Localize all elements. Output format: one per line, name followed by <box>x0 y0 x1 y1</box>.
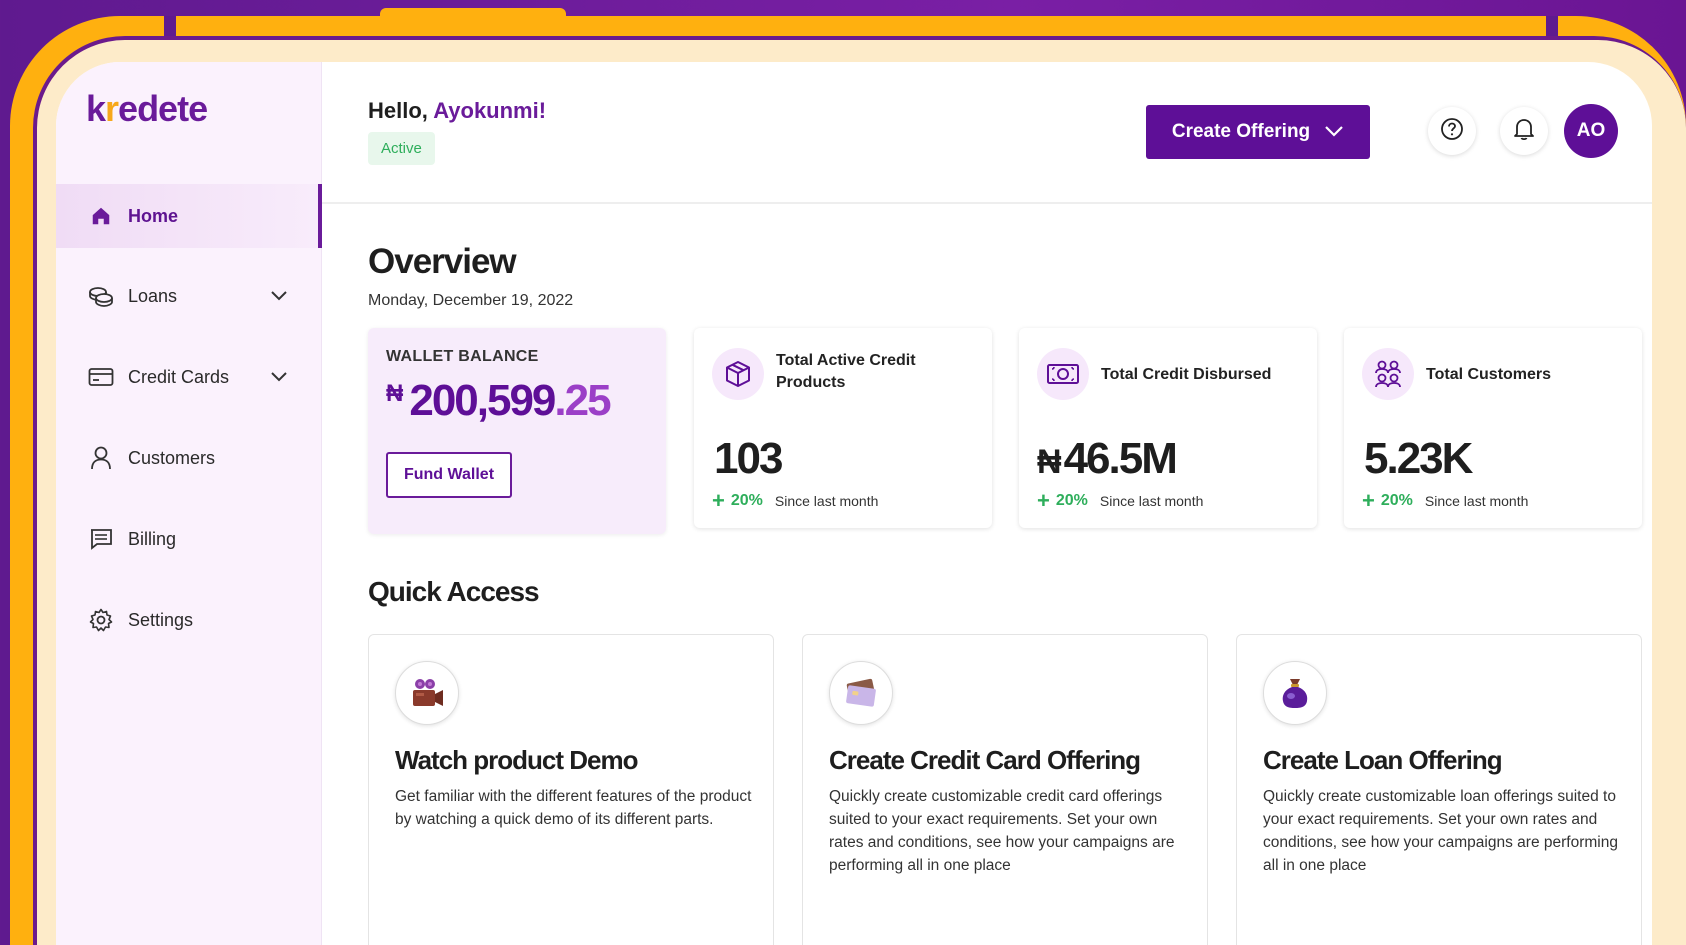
sidebar-item-label: Credit Cards <box>128 366 230 387</box>
page-title: Overview <box>368 242 517 281</box>
stat-change-period: Since last month <box>1424 493 1529 509</box>
stat-title: Total Active Credit Products <box>776 352 916 391</box>
stat-title: Total Credit Disbursed <box>1101 366 1272 383</box>
home-icon <box>88 203 114 229</box>
app-screen: kredete Home Loans Credit Cards Customer… <box>56 62 1652 945</box>
quick-card-description: Quickly create customizable credit card … <box>829 788 1175 874</box>
stat-change: + 20% Since last month <box>1362 488 1529 513</box>
frame-slot-right <box>1546 16 1558 36</box>
sidebar-item-customers[interactable]: Customers <box>56 426 322 490</box>
cash-icon <box>1037 348 1089 400</box>
wallet-amount-whole: 200,599 <box>409 376 556 425</box>
stat-change-period: Since last month <box>1099 493 1204 509</box>
sidebar-item-label: Billing <box>128 528 177 549</box>
stat-change-percent: 20% <box>1380 492 1413 509</box>
quick-card-credit-card-offering[interactable]: Create Credit Card Offering Quickly crea… <box>802 634 1208 945</box>
sidebar-item-label: Customers <box>128 447 216 468</box>
currency-symbol: ₦ <box>1037 443 1062 481</box>
plus-icon: + <box>1037 488 1050 513</box>
sidebar-item-label: Loans <box>128 285 178 306</box>
quick-card-description: Quickly create customizable loan offerin… <box>1263 788 1618 874</box>
box-icon <box>712 348 764 400</box>
create-offering-label: Create Offering <box>1171 121 1311 142</box>
plus-icon: + <box>712 488 725 513</box>
sidebar-item-settings[interactable]: Settings <box>56 588 322 652</box>
coins-icon <box>88 283 114 309</box>
plus-icon: + <box>1362 488 1375 513</box>
sidebar-item-credit-cards[interactable]: Credit Cards <box>56 345 322 409</box>
bell-icon <box>1513 117 1535 146</box>
sidebar-item-loans[interactable]: Loans <box>56 264 322 328</box>
main-content: Overview Monday, December 19, 2022 WALLE… <box>322 204 1652 945</box>
stat-value: 5.23K <box>1362 434 1473 484</box>
stat-title: Total Customers <box>1426 366 1552 383</box>
wallet-balance-card: WALLET BALANCE ₦ 200,599.25 Fund Wallet <box>368 328 666 534</box>
frame-notch <box>380 8 566 22</box>
quick-card-description: Get familiar with the different features… <box>395 788 752 828</box>
quick-access-title: Quick Access <box>368 576 540 607</box>
video-camera-icon <box>395 661 459 725</box>
stat-change-percent: 20% <box>730 492 763 509</box>
stat-value-number: 5.23K <box>1364 434 1473 483</box>
stat-change: + 20% Since last month <box>712 488 879 513</box>
credit-card-icon <box>88 364 114 390</box>
stat-value: 103 <box>712 434 783 484</box>
wallet-amount: ₦ 200,599.25 <box>386 376 612 426</box>
chevron-down-icon <box>1324 121 1344 143</box>
wallet-amount-decimal: .25 <box>554 376 611 425</box>
help-button[interactable] <box>1428 107 1476 155</box>
credit-cards-icon <box>829 661 893 725</box>
billing-icon <box>88 526 114 552</box>
currency-symbol: ₦ <box>386 380 404 407</box>
logo-text-prefix: k <box>86 88 106 129</box>
quick-card-loan-offering[interactable]: Create Loan Offering Quickly create cust… <box>1236 634 1642 945</box>
stat-change-period: Since last month <box>774 493 879 509</box>
stat-change-percent: 20% <box>1055 492 1088 509</box>
sidebar-item-label: Home <box>128 205 179 226</box>
sidebar-item-billing[interactable]: Billing <box>56 507 322 571</box>
user-name: Ayokunmi! <box>433 98 547 123</box>
help-icon <box>1440 117 1464 146</box>
logo-text-accent: r <box>105 88 119 129</box>
gear-icon <box>88 607 114 633</box>
quick-card-watch-demo[interactable]: Watch product Demo Get familiar with the… <box>368 634 774 945</box>
logo-text-suffix: edete <box>118 88 208 129</box>
quick-card-heading: Watch product Demo <box>395 745 638 775</box>
top-header: Hello, Ayokunmi! Active Create Offering … <box>322 62 1652 204</box>
money-bag-icon <box>1263 661 1327 725</box>
sidebar-item-home[interactable]: Home <box>56 184 322 248</box>
greeting-text: Hello, <box>368 98 428 123</box>
notifications-button[interactable] <box>1500 107 1548 155</box>
stat-change: + 20% Since last month <box>1037 488 1204 513</box>
stat-value: ₦46.5M <box>1037 434 1178 484</box>
brand-logo[interactable]: kredete <box>86 88 208 130</box>
user-icon <box>88 445 114 471</box>
sidebar-item-label: Settings <box>128 609 194 630</box>
stat-card-active-products: Total Active Credit Products 103 + 20% S… <box>694 328 992 528</box>
avatar[interactable]: AO <box>1564 104 1618 158</box>
users-group-icon <box>1362 348 1414 400</box>
chevron-down-icon[interactable] <box>270 367 288 388</box>
quick-card-heading: Create Loan Offering <box>1263 745 1503 775</box>
status-badge: Active <box>368 132 435 165</box>
quick-card-heading: Create Credit Card Offering <box>829 745 1141 775</box>
stat-card-credit-disbursed: Total Credit Disbursed ₦46.5M + 20% Sinc… <box>1019 328 1317 528</box>
frame-slot-left <box>164 16 176 36</box>
fund-wallet-button[interactable]: Fund Wallet <box>386 452 512 498</box>
greeting: Hello, Ayokunmi! <box>368 98 546 124</box>
stat-value-number: 46.5M <box>1063 434 1178 483</box>
wallet-label: WALLET BALANCE <box>386 348 539 365</box>
stat-value-number: 103 <box>714 434 783 483</box>
overview-date: Monday, December 19, 2022 <box>368 292 574 309</box>
chevron-down-icon[interactable] <box>270 286 288 307</box>
stat-card-total-customers: Total Customers 5.23K + 20% Since last m… <box>1344 328 1642 528</box>
create-offering-button[interactable]: Create Offering <box>1146 105 1370 159</box>
sidebar: kredete Home Loans Credit Cards Customer… <box>56 62 322 945</box>
